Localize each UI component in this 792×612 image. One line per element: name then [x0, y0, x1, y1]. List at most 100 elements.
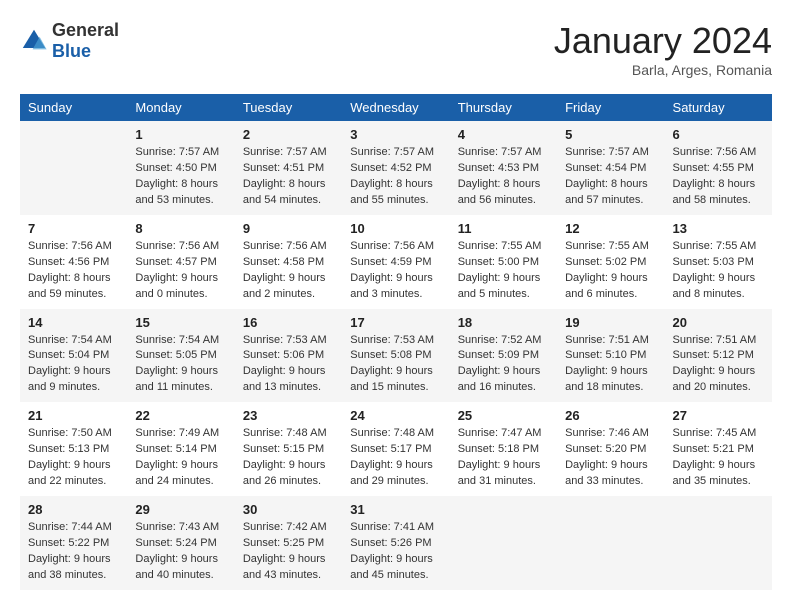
- calendar-cell: 16 Sunrise: 7:53 AM Sunset: 5:06 PM Dayli…: [235, 309, 342, 403]
- calendar-cell: 2Sunrise: 7:57 AM Sunset: 4:51 PM Daylig…: [235, 121, 342, 215]
- calendar-cell: 17Sunrise: 7:53 AM Sunset: 5:08 PM Dayli…: [342, 309, 449, 403]
- day-number: 3: [350, 127, 441, 142]
- day-info: Sunrise: 7:55 AM Sunset: 5:00 PM Dayligh…: [458, 239, 549, 303]
- day-info: Sunrise: 7:51 AM Sunset: 5:12 PM Dayligh…: [673, 333, 764, 397]
- logo-general-text: General: [52, 20, 119, 41]
- calendar-cell: [20, 121, 127, 215]
- day-info: Sunrise: 7:57 AM Sunset: 4:54 PM Dayligh…: [565, 145, 656, 209]
- day-info: Sunrise: 7:44 AM Sunset: 5:22 PM Dayligh…: [28, 520, 119, 584]
- calendar-cell: [665, 496, 772, 590]
- location-subtitle: Barla, Arges, Romania: [554, 62, 772, 78]
- day-number: 1: [135, 127, 226, 142]
- day-number: 9: [243, 221, 334, 236]
- day-info: Sunrise: 7:53 AM Sunset: 5:06 PM Dayligh…: [243, 333, 334, 397]
- calendar-cell: 24Sunrise: 7:48 AM Sunset: 5:17 PM Dayli…: [342, 402, 449, 496]
- day-number: 13: [673, 221, 764, 236]
- calendar-cell: 11 Sunrise: 7:55 AM Sunset: 5:00 PM Dayli…: [450, 215, 557, 309]
- day-number: 20: [673, 315, 764, 330]
- day-number: 8: [135, 221, 226, 236]
- day-info: Sunrise: 7:48 AM Sunset: 5:17 PM Dayligh…: [350, 426, 441, 490]
- day-info: Sunrise: 7:56 AM Sunset: 4:55 PM Dayligh…: [673, 145, 764, 209]
- day-info: Sunrise: 7:55 AM Sunset: 5:02 PM Dayligh…: [565, 239, 656, 303]
- day-info: Sunrise: 7:42 AM Sunset: 5:25 PM Dayligh…: [243, 520, 334, 584]
- calendar-cell: 3 Sunrise: 7:57 AM Sunset: 4:52 PM Daylig…: [342, 121, 449, 215]
- day-info: Sunrise: 7:52 AM Sunset: 5:09 PM Dayligh…: [458, 333, 549, 397]
- day-info: Sunrise: 7:43 AM Sunset: 5:24 PM Dayligh…: [135, 520, 226, 584]
- day-number: 29: [135, 502, 226, 517]
- day-info: Sunrise: 7:56 AM Sunset: 4:57 PM Dayligh…: [135, 239, 226, 303]
- weekday-header: Tuesday: [235, 94, 342, 121]
- calendar-cell: 20 Sunrise: 7:51 AM Sunset: 5:12 PM Dayli…: [665, 309, 772, 403]
- weekday-header: Thursday: [450, 94, 557, 121]
- day-info: Sunrise: 7:46 AM Sunset: 5:20 PM Dayligh…: [565, 426, 656, 490]
- logo-icon: [20, 27, 48, 55]
- day-info: Sunrise: 7:55 AM Sunset: 5:03 PM Dayligh…: [673, 239, 764, 303]
- day-info: Sunrise: 7:41 AM Sunset: 5:26 PM Dayligh…: [350, 520, 441, 584]
- weekday-header: Wednesday: [342, 94, 449, 121]
- calendar-cell: [557, 496, 664, 590]
- calendar-cell: 14 Sunrise: 7:54 AM Sunset: 5:04 PM Dayli…: [20, 309, 127, 403]
- calendar-cell: 1 Sunrise: 7:57 AM Sunset: 4:50 PM Daylig…: [127, 121, 234, 215]
- calendar-cell: 12 Sunrise: 7:55 AM Sunset: 5:02 PM Dayli…: [557, 215, 664, 309]
- day-info: Sunrise: 7:49 AM Sunset: 5:14 PM Dayligh…: [135, 426, 226, 490]
- calendar-cell: 26 Sunrise: 7:46 AM Sunset: 5:20 PM Dayli…: [557, 402, 664, 496]
- day-number: 22: [135, 408, 226, 423]
- calendar-cell: 7Sunrise: 7:56 AM Sunset: 4:56 PM Daylig…: [20, 215, 127, 309]
- calendar-cell: 6 Sunrise: 7:56 AM Sunset: 4:55 PM Daylig…: [665, 121, 772, 215]
- calendar-cell: 31Sunrise: 7:41 AM Sunset: 5:26 PM Dayli…: [342, 496, 449, 590]
- day-info: Sunrise: 7:56 AM Sunset: 4:58 PM Dayligh…: [243, 239, 334, 303]
- day-number: 18: [458, 315, 549, 330]
- day-number: 16: [243, 315, 334, 330]
- calendar-week-row: 21Sunrise: 7:50 AM Sunset: 5:13 PM Dayli…: [20, 402, 772, 496]
- day-info: Sunrise: 7:57 AM Sunset: 4:50 PM Dayligh…: [135, 145, 226, 209]
- page-header: General Blue January 2024 Barla, Arges, …: [20, 20, 772, 78]
- day-number: 26: [565, 408, 656, 423]
- day-number: 6: [673, 127, 764, 142]
- day-info: Sunrise: 7:50 AM Sunset: 5:13 PM Dayligh…: [28, 426, 119, 490]
- calendar-cell: 21Sunrise: 7:50 AM Sunset: 5:13 PM Dayli…: [20, 402, 127, 496]
- calendar-cell: [450, 496, 557, 590]
- calendar-cell: 25 Sunrise: 7:47 AM Sunset: 5:18 PM Dayli…: [450, 402, 557, 496]
- day-info: Sunrise: 7:53 AM Sunset: 5:08 PM Dayligh…: [350, 333, 441, 397]
- day-number: 25: [458, 408, 549, 423]
- day-number: 12: [565, 221, 656, 236]
- day-info: Sunrise: 7:51 AM Sunset: 5:10 PM Dayligh…: [565, 333, 656, 397]
- month-title: January 2024: [554, 20, 772, 62]
- calendar-cell: 27 Sunrise: 7:45 AM Sunset: 5:21 PM Dayli…: [665, 402, 772, 496]
- day-number: 23: [243, 408, 334, 423]
- calendar-header-row: SundayMondayTuesdayWednesdayThursdayFrid…: [20, 94, 772, 121]
- calendar-cell: 4Sunrise: 7:57 AM Sunset: 4:53 PM Daylig…: [450, 121, 557, 215]
- day-number: 5: [565, 127, 656, 142]
- weekday-header: Monday: [127, 94, 234, 121]
- day-number: 30: [243, 502, 334, 517]
- weekday-header: Friday: [557, 94, 664, 121]
- calendar-cell: 9 Sunrise: 7:56 AM Sunset: 4:58 PM Daylig…: [235, 215, 342, 309]
- day-number: 27: [673, 408, 764, 423]
- calendar-week-row: 7Sunrise: 7:56 AM Sunset: 4:56 PM Daylig…: [20, 215, 772, 309]
- day-info: Sunrise: 7:57 AM Sunset: 4:52 PM Dayligh…: [350, 145, 441, 209]
- day-number: 14: [28, 315, 119, 330]
- day-number: 11: [458, 221, 549, 236]
- weekday-header: Saturday: [665, 94, 772, 121]
- day-number: 28: [28, 502, 119, 517]
- calendar-cell: 22 Sunrise: 7:49 AM Sunset: 5:14 PM Dayli…: [127, 402, 234, 496]
- day-info: Sunrise: 7:54 AM Sunset: 5:05 PM Dayligh…: [135, 333, 226, 397]
- calendar-cell: 13 Sunrise: 7:55 AM Sunset: 5:03 PM Dayli…: [665, 215, 772, 309]
- day-info: Sunrise: 7:56 AM Sunset: 4:59 PM Dayligh…: [350, 239, 441, 303]
- title-block: January 2024 Barla, Arges, Romania: [554, 20, 772, 78]
- day-number: 15: [135, 315, 226, 330]
- calendar-cell: 29 Sunrise: 7:43 AM Sunset: 5:24 PM Dayli…: [127, 496, 234, 590]
- calendar-cell: 19 Sunrise: 7:51 AM Sunset: 5:10 PM Dayli…: [557, 309, 664, 403]
- logo-blue-text: Blue: [52, 41, 119, 62]
- day-info: Sunrise: 7:57 AM Sunset: 4:53 PM Dayligh…: [458, 145, 549, 209]
- calendar-cell: 8 Sunrise: 7:56 AM Sunset: 4:57 PM Daylig…: [127, 215, 234, 309]
- calendar-cell: 23Sunrise: 7:48 AM Sunset: 5:15 PM Dayli…: [235, 402, 342, 496]
- calendar-cell: 15 Sunrise: 7:54 AM Sunset: 5:05 PM Dayli…: [127, 309, 234, 403]
- day-info: Sunrise: 7:54 AM Sunset: 5:04 PM Dayligh…: [28, 333, 119, 397]
- day-info: Sunrise: 7:45 AM Sunset: 5:21 PM Dayligh…: [673, 426, 764, 490]
- calendar-cell: 30 Sunrise: 7:42 AM Sunset: 5:25 PM Dayli…: [235, 496, 342, 590]
- day-number: 10: [350, 221, 441, 236]
- day-info: Sunrise: 7:47 AM Sunset: 5:18 PM Dayligh…: [458, 426, 549, 490]
- calendar-cell: 18 Sunrise: 7:52 AM Sunset: 5:09 PM Dayli…: [450, 309, 557, 403]
- day-number: 19: [565, 315, 656, 330]
